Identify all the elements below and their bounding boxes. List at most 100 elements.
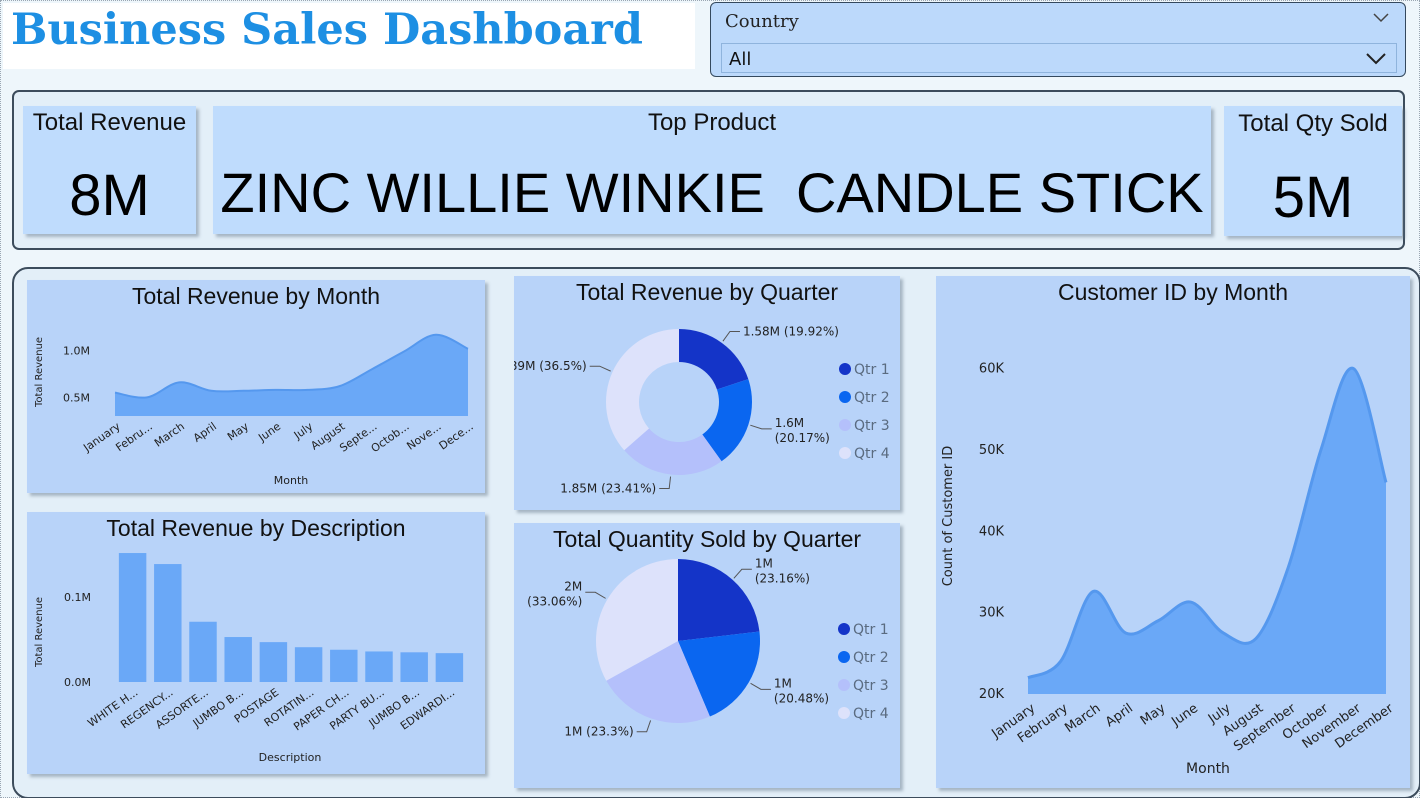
y-tick-label: 0.1M <box>64 591 91 604</box>
leader-line <box>750 424 772 430</box>
legend-label: Qtr 4 <box>854 446 890 462</box>
title-box: Business Sales Dashboard <box>3 3 695 69</box>
kpi-label: Total Revenue <box>32 109 187 136</box>
x-tick-label: May <box>1138 701 1169 729</box>
country-slicer[interactable]: Country All <box>710 2 1406 77</box>
x-tick-label: June <box>255 420 283 445</box>
area-fill <box>1028 368 1386 694</box>
legend-marker <box>839 447 851 459</box>
data-label: 1M <box>755 556 773 570</box>
bar <box>154 564 182 682</box>
x-axis-label: Month <box>1186 761 1230 777</box>
chevron-down-icon[interactable] <box>1364 50 1388 66</box>
legend-label: Qtr 2 <box>854 390 890 406</box>
slicer-label: Country <box>725 11 799 32</box>
y-tick-label: 0.0M <box>64 676 91 689</box>
y-tick-label: 60K <box>979 362 1005 377</box>
revenue-by-quarter-chart: 1.58M (19.92%) 1.6M(20.17%) 1.85M (23.41%)… <box>514 324 890 495</box>
y-tick-label: 20K <box>979 687 1005 702</box>
legend-marker <box>839 419 851 431</box>
data-label: 2.89M (36.5%) <box>514 359 587 373</box>
revenue-by-description-card[interactable]: Total Revenue by Description 0.0M 0.1M WHI… <box>27 512 485 774</box>
y-axis-label: Count of Customer ID <box>941 446 956 587</box>
top-product-card: Top Product ZINC WILLIE WINKIE CANDLE ST… <box>213 106 1211 234</box>
legend-label: Qtr 3 <box>853 678 889 694</box>
kpi-frame: Total Revenue 8M Top Product ZINC WILLIE… <box>12 90 1405 250</box>
x-tick-label: June <box>1168 701 1201 730</box>
legend-label: Qtr 3 <box>854 418 890 434</box>
slice <box>678 559 760 641</box>
leader-line <box>589 365 611 372</box>
qty-by-quarter-card[interactable]: Total Quantity Sold by Quarter 1M (23.16%… <box>514 523 900 788</box>
visuals-frame: Total Revenue by Month 0.5M 1.0M January Fe… <box>12 267 1420 798</box>
data-label: 1M (23.3%) <box>564 725 633 739</box>
y-tick-label: 40K <box>979 524 1005 539</box>
x-tick-label: Febru... <box>113 420 154 454</box>
slice <box>679 329 749 390</box>
x-axis-label: Month <box>274 474 309 487</box>
total-qty-card: Total Qty Sold 5M <box>1224 106 1402 236</box>
x-tick-label: Nove... <box>404 420 443 453</box>
legend-marker <box>838 623 850 635</box>
slicer-selected-value: All <box>729 49 752 70</box>
qty-by-quarter-chart: 1M(23.16%)1M(20.48%)1M (23.3%)2M(33.06%)… <box>527 556 889 739</box>
data-label: 1.85M (23.41%) <box>560 481 656 495</box>
legend-label: Qtr 1 <box>854 362 890 378</box>
legend-marker <box>839 363 851 375</box>
kpi-value: ZINC WILLIE WINKIE CANDLE STICK <box>220 161 1204 224</box>
x-tick-label: March <box>152 420 187 450</box>
chevron-down-icon[interactable] <box>1371 10 1391 24</box>
y-tick-label: 50K <box>979 443 1005 458</box>
customer-by-month-chart: 20K30K40K50K60KJanuaryFebruaryMarch April… <box>941 362 1397 777</box>
data-label: 1.6M <box>775 416 804 430</box>
revenue-by-month-chart: 0.5M1.0MJanuaryFebru...March April May June… <box>34 333 476 487</box>
y-axis-label: Total Revenue <box>34 597 45 668</box>
y-tick-label: 1.0M <box>63 345 90 358</box>
bar <box>400 652 428 682</box>
leader-line <box>733 568 752 579</box>
country-dropdown[interactable]: All <box>721 43 1397 73</box>
data-label: (20.17%) <box>775 431 830 445</box>
data-label: 2M <box>564 579 582 593</box>
bar <box>224 637 252 682</box>
bar <box>435 653 464 682</box>
dashboard-title: Business Sales Dashboard <box>11 5 643 55</box>
leader-line <box>659 476 672 489</box>
kpi-label: Total Qty Sold <box>1238 110 1388 137</box>
x-tick-label: April <box>191 420 219 445</box>
data-label: (23.16%) <box>755 571 810 585</box>
kpi-value: 8M <box>69 163 150 228</box>
legend-label: Qtr 2 <box>853 650 889 666</box>
total-revenue-card: Total Revenue 8M <box>23 106 196 234</box>
legend-marker <box>839 391 851 403</box>
revenue-by-description-chart: 0.0M0.1MWHITE H...REGENCY...ASSORTE...JU… <box>34 553 464 764</box>
leader-line <box>585 591 606 599</box>
y-axis-label: Total Revenue <box>34 337 45 408</box>
leader-line <box>636 720 652 733</box>
kpi-label: Top Product <box>647 109 777 136</box>
x-tick-label: March <box>1062 701 1103 736</box>
x-tick-label: Dece... <box>437 420 476 453</box>
x-tick-label: April <box>1103 701 1136 730</box>
x-axis-label: Description <box>259 751 322 764</box>
kpi-value: 5M <box>1272 165 1354 230</box>
legend-label: Qtr 4 <box>853 706 889 722</box>
data-label: (33.06%) <box>527 594 582 608</box>
revenue-by-month-card[interactable]: Total Revenue by Month 0.5M 1.0M January Fe… <box>27 280 485 493</box>
slice <box>606 329 679 451</box>
bar <box>118 553 147 682</box>
bar <box>294 647 323 682</box>
legend-marker <box>838 679 850 691</box>
legend-marker <box>838 707 850 719</box>
y-tick-label: 30K <box>979 606 1005 621</box>
data-label: 1M <box>774 676 792 690</box>
bar <box>259 642 288 682</box>
customer-by-month-card[interactable]: Customer ID by Month 20K 30K 40K 50K 60K Janu… <box>936 276 1410 788</box>
revenue-by-quarter-card[interactable]: Total Revenue by Quarter 1.58M (19.92%) 1… <box>514 276 900 510</box>
legend-label: Qtr 1 <box>853 622 889 638</box>
bar <box>189 621 217 682</box>
data-label: (20.48%) <box>774 691 829 705</box>
bar <box>330 649 358 682</box>
leader-line <box>722 330 740 342</box>
bar <box>365 651 393 682</box>
